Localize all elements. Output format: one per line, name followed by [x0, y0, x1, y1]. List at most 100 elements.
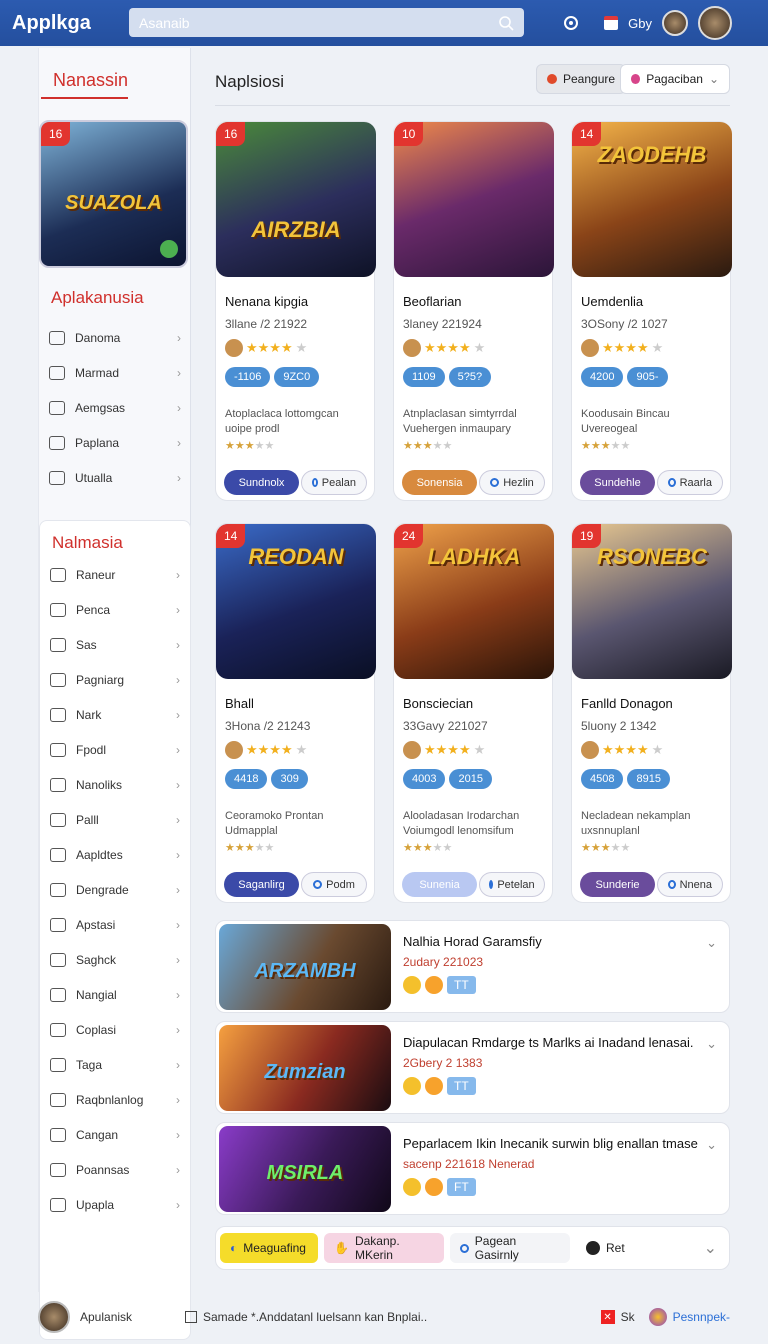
filter-chip-3[interactable]: Pagean Gasirnly [450, 1233, 570, 1263]
game-thumbnail[interactable]: MSIRLA [219, 1126, 391, 1212]
emoji-icon[interactable] [425, 1077, 443, 1095]
sidebar-item-saghck[interactable]: Saghck › [40, 942, 190, 977]
game-thumbnail[interactable]: Zumzian [219, 1025, 391, 1111]
primary-button[interactable]: Saganlirg [224, 872, 299, 897]
tag-chip[interactable]: 2015 [449, 769, 492, 789]
sidebar-item-sas[interactable]: Sas › [40, 627, 190, 662]
top-bar-label[interactable]: Gby [628, 16, 652, 31]
footer-user[interactable]: Apulanisk [80, 1310, 185, 1324]
emoji-icon[interactable] [403, 976, 421, 994]
sidebar-item-penca[interactable]: Penca › [40, 592, 190, 627]
primary-button[interactable]: Sundehle [580, 470, 655, 495]
close-icon[interactable]: ✕ [600, 1310, 615, 1324]
game-title[interactable]: Uemdenlia [581, 294, 721, 309]
category-dropdown[interactable]: Pagaciban ⌄ [620, 64, 730, 94]
tag-chip[interactable]: 4200 [581, 367, 624, 387]
game-card[interactable]: 10 Beoflarian 3laney 221924 ★★★★ ★ 1109 5?5? At… [393, 121, 554, 501]
secondary-button[interactable]: Petelan [479, 872, 545, 897]
app-logo[interactable]: Applkga [12, 12, 130, 35]
game-cover[interactable]: 24 LADHKA [394, 524, 554, 679]
filter-chip-1[interactable]: ◐ Meaguafing [220, 1233, 318, 1263]
sidebar-item-fpodl[interactable]: Fpodl › [40, 732, 190, 767]
sidebar-item-aemgsas[interactable]: Aemgsas › [39, 390, 191, 425]
tag-chip[interactable]: 4508 [581, 769, 624, 789]
tag-chip[interactable]: 4003 [403, 769, 446, 789]
sidebar-item-raneur[interactable]: Raneur › [40, 557, 190, 592]
game-title[interactable]: Bhall [225, 696, 365, 711]
sidebar-item-cangan[interactable]: Cangan › [40, 1117, 190, 1152]
chevron-down-icon[interactable]: ⌄ [704, 1238, 717, 1258]
game-cover[interactable]: 19 RSONEBC [572, 524, 732, 679]
emoji-icon[interactable] [425, 1178, 443, 1196]
game-title[interactable]: Beoflarian [403, 294, 543, 309]
featured-game-tile[interactable]: 16 SUAZOLA [39, 120, 188, 268]
sidebar-item-coplasi[interactable]: Coplasi › [40, 1012, 190, 1047]
sidebar-item-pagniarg[interactable]: Pagniarg › [40, 662, 190, 697]
sidebar-item-raqbnlanlog[interactable]: Raqbnlanlog › [40, 1082, 190, 1117]
sidebar-item-apstasi[interactable]: Apstasi › [40, 907, 190, 942]
game-card[interactable]: 14 REODAN Bhall 3Hona /2 21243 ★★★★ ★ 4418 309 C… [215, 523, 376, 903]
primary-button[interactable]: Sundnolx [224, 470, 299, 495]
primary-button[interactable]: Sunenia [402, 872, 477, 897]
game-title[interactable]: Nalhia Horad Garamsfiy [403, 934, 542, 949]
tag-chip[interactable]: 9ZC0 [274, 367, 320, 387]
game-card[interactable]: 24 LADHKA Bonsciecian 33Gavy 221027 ★★★★ ★ 400… [393, 523, 554, 903]
filter-chip-4[interactable]: Ret [576, 1233, 635, 1263]
tag-chip[interactable]: 309 [271, 769, 308, 789]
game-title[interactable]: Nenana kipgia [225, 294, 365, 309]
tag-chip[interactable]: TT [447, 1077, 476, 1095]
tag-chip[interactable]: TT [447, 976, 476, 994]
footer-sk[interactable]: Sk [621, 1310, 635, 1324]
secondary-button[interactable]: Nnena [657, 872, 723, 897]
tag-chip[interactable]: 1109 [403, 367, 445, 387]
sidebar-item-nark[interactable]: Nark › [40, 697, 190, 732]
emoji-icon[interactable] [403, 1178, 421, 1196]
sidebar-item-poannsas[interactable]: Poannsas › [40, 1152, 190, 1187]
sidebar-item-upapla[interactable]: Upapla › [40, 1187, 190, 1222]
game-card[interactable]: 19 RSONEBC Fanlld Donagon 5luony 2 1342 ★★★★… [571, 523, 732, 903]
tag-chip[interactable]: FT [447, 1178, 476, 1196]
sidebar-item-nanoliks[interactable]: Nanoliks › [40, 767, 190, 802]
emoji-icon[interactable] [403, 1077, 421, 1095]
game-title[interactable]: Peparlacem Ikin Inecanik surwin blig ena… [403, 1136, 698, 1151]
sidebar-item-utualla[interactable]: Utualla › [39, 460, 191, 495]
secondary-button[interactable]: Raarla [657, 470, 723, 495]
game-list-item[interactable]: MSIRLA Peparlacem Ikin Inecanik surwin bl… [215, 1122, 730, 1215]
game-list-item[interactable]: ARZAMBH Nalhia Horad Garamsfiy 2udary 2210… [215, 920, 730, 1013]
avatar[interactable] [662, 10, 688, 36]
sidebar-item-paplana[interactable]: Paplana › [39, 425, 191, 460]
tag-chip[interactable]: -1106 [225, 367, 271, 387]
secondary-button[interactable]: Podm [301, 872, 367, 897]
tag-chip[interactable]: 4418 [225, 769, 268, 789]
sidebar-item-taga[interactable]: Taga › [40, 1047, 190, 1082]
chevron-down-icon[interactable]: ⌄ [706, 1036, 717, 1052]
game-title[interactable]: Bonsciecian [403, 696, 543, 711]
game-cover[interactable]: 14 ZAODEHB [572, 122, 732, 277]
refresh-icon[interactable] [562, 14, 580, 32]
primary-button[interactable]: Sunderie [580, 872, 655, 897]
game-card[interactable]: 14 ZAODEHB Uemdenlia 3OSony /2 1027 ★★★★ ★ 420… [571, 121, 732, 501]
game-cover[interactable]: 14 REODAN [216, 524, 376, 679]
sidebar-item-danoma[interactable]: Danoma › [39, 320, 191, 355]
game-list-item[interactable]: Zumzian Diapulacan Rmdarge ts Marlks ai I… [215, 1021, 730, 1114]
chevron-down-icon[interactable]: ⌄ [706, 1137, 717, 1153]
game-cover[interactable]: 10 [394, 122, 554, 277]
sidebar-item-palll[interactable]: Palll › [40, 802, 190, 837]
gift-icon[interactable] [604, 16, 619, 30]
game-cover[interactable]: 16 AIRZBIA [216, 122, 376, 277]
secondary-button[interactable]: Pealan [301, 470, 367, 495]
secondary-button[interactable]: Hezlin [479, 470, 545, 495]
emoji-icon[interactable] [425, 976, 443, 994]
game-title[interactable]: Fanlld Donagon [581, 696, 721, 711]
sidebar-item-marmad[interactable]: Marmad › [39, 355, 191, 390]
game-thumbnail[interactable]: ARZAMBH [219, 924, 391, 1010]
game-card[interactable]: 16 AIRZBIA Nenana kipgia 3llane /2 21922 ★★★… [215, 121, 376, 501]
search-input[interactable]: Asanaib [129, 8, 524, 37]
tag-chip[interactable]: 905- [627, 367, 668, 387]
chevron-down-icon[interactable]: ⌄ [706, 935, 717, 951]
profile-avatar[interactable] [698, 6, 732, 40]
footer-link[interactable]: Pesnnpek- [673, 1310, 730, 1324]
tag-chip[interactable]: 5?5? [448, 367, 492, 387]
primary-button[interactable]: Sonensia [402, 470, 477, 495]
search-icon[interactable] [498, 15, 514, 31]
